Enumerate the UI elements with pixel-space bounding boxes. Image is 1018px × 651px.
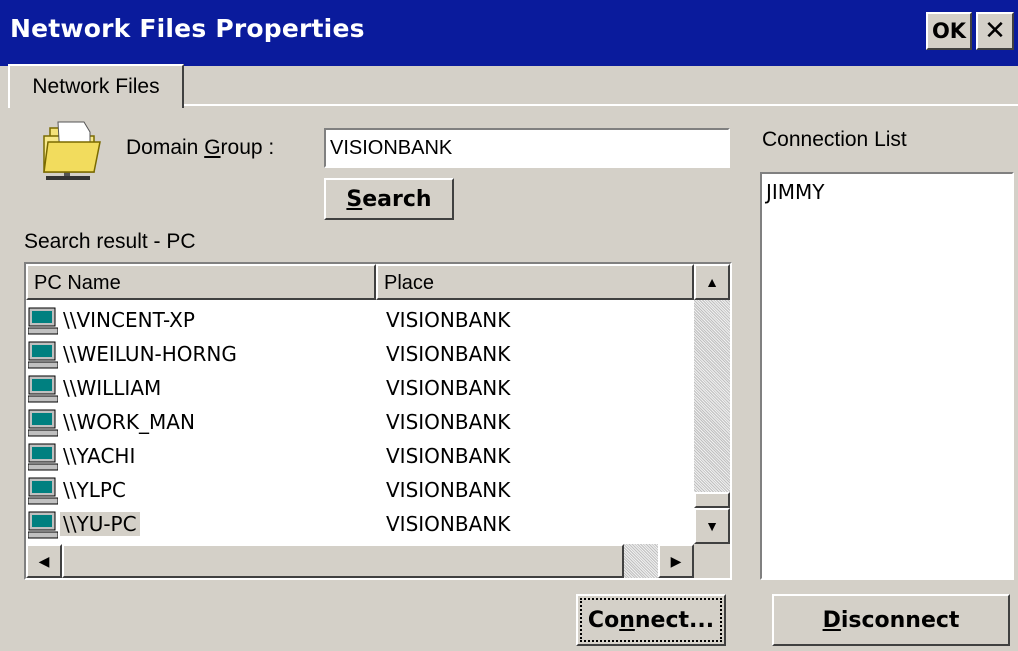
- place-cell: VISIONBANK: [386, 478, 511, 502]
- scroll-left-button[interactable]: ◀: [26, 544, 62, 578]
- vertical-scroll-thumb[interactable]: [694, 492, 730, 508]
- pc-name-cell: \\WEILUN-HORNG: [63, 342, 237, 366]
- close-button[interactable]: ✕: [976, 12, 1014, 50]
- pc-name-cell: \\YACHI: [63, 444, 136, 468]
- computer-icon: [28, 443, 58, 471]
- domain-group-label: Domain Group :: [126, 136, 275, 159]
- place-cell: VISIONBANK: [386, 342, 511, 366]
- pc-name-cell: \\WILLIAM: [63, 376, 162, 400]
- computer-icon: [28, 409, 58, 437]
- pc-name-cell: \\VINCENT-XP: [63, 308, 195, 332]
- column-header-pc-name[interactable]: PC Name: [26, 264, 376, 300]
- horizontal-scroll-thumb[interactable]: [62, 544, 624, 578]
- scroll-corner: [694, 544, 730, 578]
- connect-button[interactable]: Co n nect...: [576, 594, 726, 646]
- computer-icon: [28, 511, 58, 539]
- table-row-selected[interactable]: \\YU-PC VISIONBANK: [26, 508, 694, 542]
- scroll-down-button[interactable]: ▼: [694, 508, 730, 544]
- network-folder-icon: [43, 121, 101, 180]
- pc-list[interactable]: PC Name Place \\VINCENT-XP VISIONBANK \\…: [24, 262, 732, 580]
- ok-button[interactable]: OK: [926, 12, 972, 50]
- table-row[interactable]: \\YACHI VISIONBANK: [26, 440, 694, 474]
- search-result-heading: Search result - PC: [24, 230, 196, 253]
- computer-icon: [28, 375, 58, 403]
- connection-list-heading: Connection List: [762, 128, 907, 151]
- horizontal-scrollbar[interactable]: ◀ ▶: [26, 544, 694, 578]
- computer-icon: [28, 307, 58, 335]
- tab-divider: [184, 104, 1018, 106]
- tab-network-files[interactable]: Network Files: [8, 64, 184, 108]
- pc-name-cell: \\WORK_MAN: [63, 410, 195, 434]
- table-row[interactable]: \\VINCENT-XP VISIONBANK: [26, 304, 694, 338]
- list-item[interactable]: JIMMY: [766, 180, 1008, 204]
- place-cell: VISIONBANK: [386, 444, 511, 468]
- window-title: Network Files Properties: [10, 14, 365, 43]
- pc-name-cell: \\YLPC: [63, 478, 126, 502]
- pc-name-cell: \\YU-PC: [60, 512, 140, 536]
- scroll-up-button[interactable]: ▲: [694, 264, 730, 300]
- column-header-place[interactable]: Place: [376, 264, 694, 300]
- vertical-scrollbar[interactable]: ▲ ▼: [694, 264, 730, 544]
- search-button[interactable]: Search: [324, 178, 454, 220]
- computer-icon: [28, 477, 58, 505]
- table-row[interactable]: \\WILLIAM VISIONBANK: [26, 372, 694, 406]
- domain-group-input[interactable]: VISIONBANK: [324, 128, 730, 168]
- connection-list[interactable]: JIMMY: [760, 172, 1014, 580]
- table-row[interactable]: \\WEILUN-HORNG VISIONBANK: [26, 338, 694, 372]
- table-row[interactable]: \\WORK_MAN VISIONBANK: [26, 406, 694, 440]
- title-bar: Network Files Properties OK ✕: [0, 0, 1018, 66]
- table-row[interactable]: \\YLPC VISIONBANK: [26, 474, 694, 508]
- place-cell: VISIONBANK: [386, 376, 511, 400]
- scroll-right-button[interactable]: ▶: [658, 544, 694, 578]
- place-cell: VISIONBANK: [386, 512, 511, 536]
- place-cell: VISIONBANK: [386, 410, 511, 434]
- computer-icon: [28, 341, 58, 369]
- disconnect-button[interactable]: Disconnect: [772, 594, 1010, 646]
- place-cell: VISIONBANK: [386, 308, 511, 332]
